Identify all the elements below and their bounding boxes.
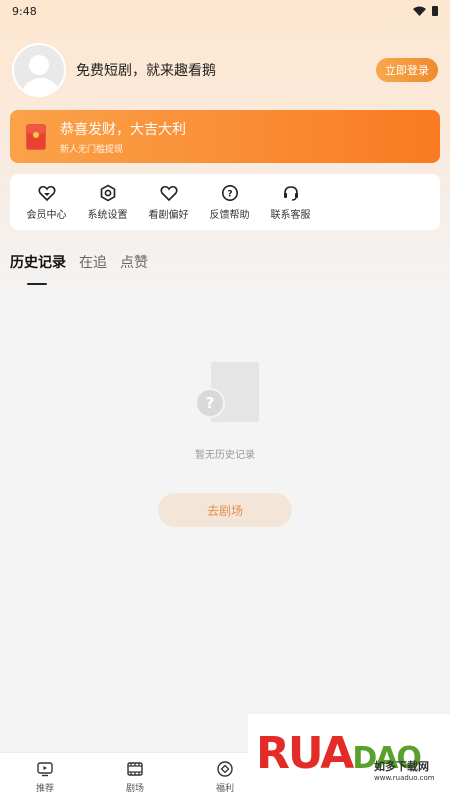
menu-item-help[interactable]: ? 反馈帮助 [199, 174, 260, 230]
status-bar: 9:48 [0, 0, 450, 22]
battery-icon [432, 6, 438, 16]
quick-menu: 会员中心 系统设置 看剧偏好 ? 反馈帮助 联系客服 [10, 174, 440, 230]
empty-illustration-icon: ? [195, 360, 265, 424]
profile-row: 免费短剧，就来趣看鹅 立即登录 [12, 42, 438, 98]
help-question-icon: ? [221, 184, 238, 201]
watermark-url: www.ruaduo.com [374, 774, 435, 782]
settings-hex-icon [100, 184, 115, 201]
wifi-icon [413, 6, 426, 16]
tab-following[interactable]: 在追 [79, 252, 107, 272]
coin-icon [217, 760, 233, 777]
tv-icon [37, 761, 53, 776]
empty-state: ? 暂无历史记录 去剧场 [0, 360, 450, 527]
watermark-name: 如多下载网 [374, 760, 429, 773]
heart-icon [159, 185, 178, 201]
tab-likes[interactable]: 点赞 [120, 252, 148, 272]
film-icon [127, 761, 143, 776]
banner-title: 恭喜发财，大吉大利 [60, 121, 186, 138]
go-theater-button[interactable]: 去剧场 [158, 493, 292, 527]
red-packet-banner[interactable]: 恭喜发财，大吉大利 新人无门槛提现 [10, 110, 440, 163]
status-time: 9:48 [12, 4, 37, 18]
menu-item-customer-service[interactable]: 联系客服 [260, 174, 321, 230]
login-button[interactable]: 立即登录 [376, 58, 438, 82]
banner-subtitle: 新人无门槛提现 [60, 144, 124, 155]
avatar[interactable] [12, 43, 66, 97]
empty-message: 暂无历史记录 [195, 450, 255, 461]
site-watermark: RUADAO 如多下载网 www.ruaduo.com [248, 714, 450, 800]
nav-item-recommend[interactable]: 推荐 [0, 753, 90, 800]
nav-item-theater[interactable]: 剧场 [90, 753, 180, 800]
headset-icon [283, 185, 298, 201]
record-tabs: 历史记录 在追 点赞 [10, 252, 148, 285]
menu-item-preferences[interactable]: 看剧偏好 [138, 174, 199, 230]
menu-item-vip-center[interactable]: 会员中心 [16, 174, 77, 230]
svg-text:?: ? [227, 189, 232, 199]
menu-item-settings[interactable]: 系统设置 [77, 174, 138, 230]
vip-heart-icon [37, 185, 56, 201]
red-packet-icon [26, 123, 46, 150]
profile-name: 免费短剧，就来趣看鹅 [76, 63, 216, 79]
tab-history[interactable]: 历史记录 [10, 252, 66, 285]
